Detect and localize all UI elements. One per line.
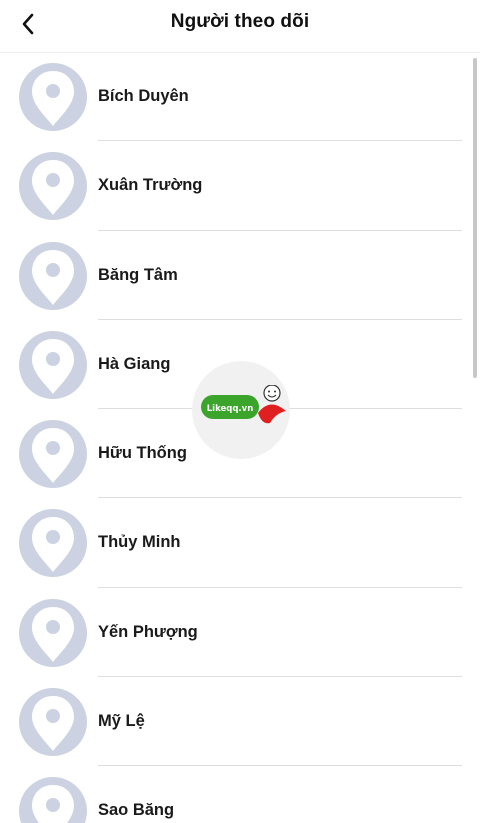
list-item[interactable]: Xuân Trường [0, 141, 480, 231]
follower-name: Thủy Minh [98, 533, 181, 552]
avatar [19, 241, 87, 310]
follower-name: Băng Tâm [98, 265, 178, 284]
follower-name: Yến Phượng [98, 622, 198, 641]
avatar [19, 777, 87, 823]
scrollbar[interactable] [473, 58, 477, 378]
follower-name: Hữu Thống [98, 444, 187, 463]
avatar [19, 509, 87, 578]
location-pin-icon [32, 517, 74, 573]
list-item[interactable]: Mỹ Lệ [0, 677, 480, 767]
location-pin-icon [32, 160, 74, 216]
list-item[interactable]: Yến Phượng [0, 588, 480, 678]
location-pin-icon [32, 696, 74, 752]
location-pin-icon [32, 249, 74, 305]
list-item[interactable]: Thủy Minh [0, 498, 480, 588]
avatar [19, 688, 87, 757]
avatar [19, 63, 87, 131]
follower-name: Hà Giang [98, 354, 171, 373]
location-pin-icon [32, 785, 74, 823]
follower-name: Bích Duyên [98, 87, 189, 105]
location-pin-icon [32, 428, 74, 484]
follower-name: Xuân Trường [98, 176, 203, 195]
list-item[interactable]: Bích Duyên [0, 52, 480, 142]
location-pin-icon [32, 71, 74, 126]
location-pin-icon [32, 338, 74, 394]
page-title: Người theo dõi [170, 11, 310, 32]
follower-name: Sao Băng [98, 801, 175, 820]
list-item[interactable]: Sao Băng [0, 766, 480, 823]
watermark-logo: Likeqq.vn [192, 361, 290, 459]
top-bar: Người theo dõi [0, 0, 480, 53]
followers-screen: Người theo dõi Bích Duyên Xuân Trường Bă… [0, 0, 480, 823]
follower-name: Mỹ Lệ [98, 712, 145, 731]
brand-logo-icon: Likeqq.vn [201, 385, 286, 424]
avatar [19, 152, 87, 221]
avatar [19, 420, 87, 489]
avatar [19, 330, 87, 399]
location-pin-icon [32, 606, 74, 662]
svg-text:Likeqq.vn: Likeqq.vn [207, 404, 254, 414]
avatar [19, 598, 87, 667]
list-item[interactable]: Băng Tâm [0, 231, 480, 320]
